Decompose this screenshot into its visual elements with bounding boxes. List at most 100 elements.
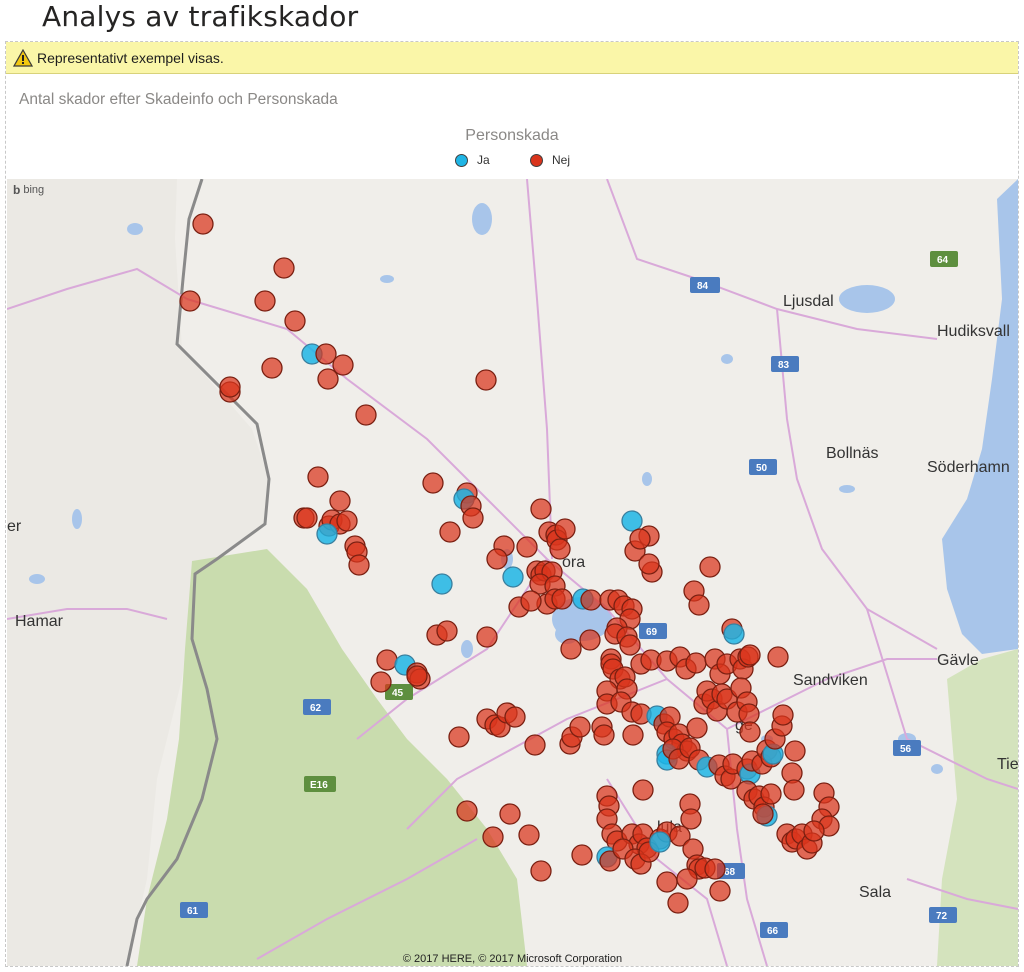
injury-point-nej[interactable] [475, 369, 497, 391]
injury-point-nej[interactable] [254, 290, 276, 312]
injury-point-nej[interactable] [482, 826, 504, 848]
injury-point-nej[interactable] [656, 871, 678, 893]
injury-point-nej[interactable] [520, 590, 542, 612]
road-shield-64: 64 [930, 251, 958, 267]
injury-point-nej[interactable] [688, 594, 710, 616]
injury-point-ja[interactable] [502, 566, 524, 588]
page-title: Analys av trafikskador [42, 0, 359, 33]
injury-point-nej[interactable] [704, 858, 726, 880]
map-copyright: © 2017 HERE, © 2017 Microsoft Corporatio… [402, 953, 623, 965]
injury-point-nej[interactable] [296, 507, 318, 529]
svg-text:50: 50 [756, 463, 768, 474]
injury-point-nej[interactable] [629, 528, 651, 550]
legend-item-ja[interactable]: Ja [455, 153, 490, 167]
injury-point-nej[interactable] [192, 213, 214, 235]
injury-point-nej[interactable] [676, 868, 698, 890]
injury-point-nej[interactable] [686, 717, 708, 739]
injury-point-nej[interactable] [462, 507, 484, 529]
injury-point-nej[interactable] [569, 716, 591, 738]
injury-point-nej[interactable] [784, 740, 806, 762]
injury-point-nej[interactable] [579, 629, 601, 651]
road-shield-50: 50 [749, 459, 777, 475]
injury-point-nej[interactable] [284, 310, 306, 332]
injury-point-nej[interactable] [549, 538, 571, 560]
injury-point-nej[interactable] [667, 892, 689, 914]
injury-point-nej[interactable] [499, 803, 521, 825]
legend-dot-nej [530, 153, 543, 167]
injury-point-nej[interactable] [261, 357, 283, 379]
injury-point-nej[interactable] [406, 665, 428, 687]
injury-point-nej[interactable] [530, 498, 552, 520]
injury-point-nej[interactable] [486, 548, 508, 570]
map-svg[interactable]: Ljusdal Hudiksvall Bollnäs Söderhamn San… [7, 179, 1018, 966]
injury-point-nej[interactable] [504, 706, 526, 728]
place-label-sandviken: Sandviken [793, 672, 868, 689]
injury-point-nej[interactable] [739, 721, 761, 743]
injury-point-nej[interactable] [219, 376, 241, 398]
injury-point-nej[interactable] [370, 671, 392, 693]
legend-item-nej[interactable]: Nej [530, 153, 570, 167]
injury-point-nej[interactable] [739, 644, 761, 666]
road-shield-e16: E16 [304, 776, 336, 792]
injury-point-nej[interactable] [448, 726, 470, 748]
injury-point-ja[interactable] [316, 523, 338, 545]
injury-point-nej[interactable] [767, 646, 789, 668]
map-visual[interactable]: Representativt exempel visas. Antal skad… [5, 41, 1019, 967]
injury-point-nej[interactable] [273, 257, 295, 279]
injury-point-nej[interactable] [329, 490, 351, 512]
injury-point-nej[interactable] [554, 518, 576, 540]
injury-point-nej[interactable] [803, 820, 825, 842]
injury-point-nej[interactable] [307, 466, 329, 488]
injury-point-nej[interactable] [530, 860, 552, 882]
road-shield-72: 72 [929, 907, 957, 923]
injury-point-nej[interactable] [355, 404, 377, 426]
injury-point-nej[interactable] [315, 343, 337, 365]
injury-point-nej[interactable] [476, 626, 498, 648]
injury-point-nej[interactable] [685, 652, 707, 674]
injury-point-nej[interactable] [336, 510, 358, 532]
injury-point-nej[interactable] [524, 734, 546, 756]
injury-point-nej[interactable] [518, 824, 540, 846]
svg-text:72: 72 [936, 911, 948, 922]
injury-point-nej[interactable] [436, 620, 458, 642]
injury-point-nej[interactable] [752, 803, 774, 825]
injury-point-nej[interactable] [516, 536, 538, 558]
injury-point-nej[interactable] [317, 368, 339, 390]
injury-point-nej[interactable] [179, 290, 201, 312]
injury-point-nej[interactable] [772, 704, 794, 726]
map-canvas[interactable]: Ljusdal Hudiksvall Bollnäs Söderhamn San… [7, 179, 1018, 966]
injury-point-nej[interactable] [422, 472, 444, 494]
svg-text:62: 62 [310, 703, 322, 714]
injury-point-nej[interactable] [783, 779, 805, 801]
road-shield-61: 61 [180, 902, 208, 918]
injury-point-nej[interactable] [760, 783, 782, 805]
place-label-hamar: Hamar [15, 613, 64, 630]
injury-point-nej[interactable] [638, 553, 660, 575]
place-label-bollnas: Bollnäs [826, 445, 878, 462]
injury-point-nej[interactable] [593, 724, 615, 746]
injury-point-ja[interactable] [649, 831, 671, 853]
injury-point-nej[interactable] [580, 589, 602, 611]
injury-point-nej[interactable] [632, 779, 654, 801]
injury-point-nej[interactable] [376, 649, 398, 671]
injury-point-nej[interactable] [699, 556, 721, 578]
road-shield-83: 83 [771, 356, 799, 372]
injury-point-ja[interactable] [621, 510, 643, 532]
legend-title: Personskada [465, 127, 559, 144]
injury-point-nej[interactable] [560, 638, 582, 660]
injury-point-nej[interactable] [709, 880, 731, 902]
injury-point-ja[interactable] [723, 623, 745, 645]
injury-point-nej[interactable] [738, 703, 760, 725]
injury-point-nej[interactable] [571, 844, 593, 866]
injury-point-nej[interactable] [619, 634, 641, 656]
injury-point-nej[interactable] [439, 521, 461, 543]
injury-point-nej[interactable] [348, 554, 370, 576]
injury-point-ja[interactable] [431, 573, 453, 595]
place-label-er: er [7, 518, 22, 535]
legend-dot-ja [455, 153, 468, 167]
injury-point-nej[interactable] [680, 808, 702, 830]
injury-point-nej[interactable] [456, 800, 478, 822]
injury-point-nej[interactable] [551, 588, 573, 610]
svg-text:56: 56 [900, 744, 912, 755]
injury-point-nej[interactable] [622, 724, 644, 746]
